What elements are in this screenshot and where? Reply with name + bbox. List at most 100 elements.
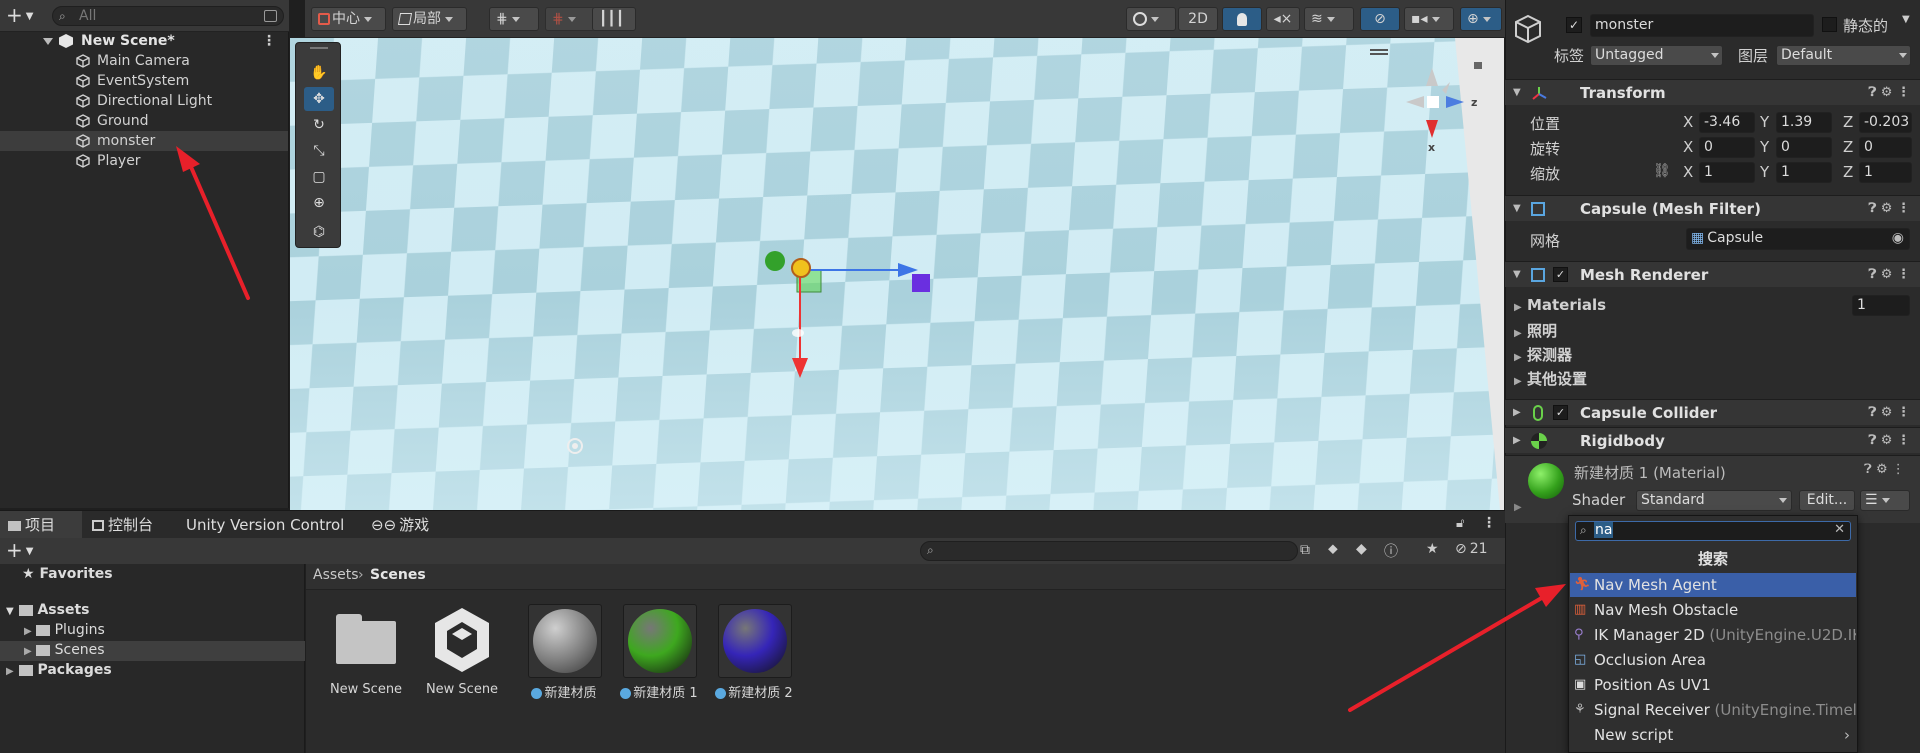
gameobject-cube-icon[interactable]: [1514, 14, 1542, 44]
lock-icon[interactable]: [1474, 62, 1482, 69]
probes-foldout[interactable]: ▶ 探测器: [1514, 344, 1572, 365]
panel-menu-icon[interactable]: ⋮: [1482, 515, 1496, 531]
transform-rotation-y-field[interactable]: 0: [1776, 137, 1832, 158]
component-header-icons[interactable]: ❓︎ ⚙︎ ⋮: [1868, 196, 1910, 222]
mesh-renderer-header[interactable]: ▼ ✓ Mesh Renderer ❓︎ ⚙︎ ⋮: [1505, 261, 1920, 287]
shader-edit-button[interactable]: Edit...: [1799, 490, 1855, 511]
layer-dropdown[interactable]: Default: [1776, 45, 1911, 66]
capsule-collider-header[interactable]: ▶ ✓ Capsule Collider ❓︎ ⚙︎ ⋮: [1505, 399, 1920, 425]
overlay-menu-icon[interactable]: [1370, 49, 1388, 55]
breadcrumb-assets[interactable]: Assets: [313, 567, 359, 583]
scenes-row[interactable]: ▶ Scenes: [24, 642, 105, 658]
mesh-field[interactable]: ▦ Capsule ◉: [1686, 228, 1910, 250]
create-asset-button[interactable]: + ▼: [6, 540, 33, 562]
active-checkbox[interactable]: ✓: [1566, 17, 1582, 33]
hierarchy-item[interactable]: monster: [0, 131, 288, 151]
component-search-field[interactable]: ⌕ na ✕: [1575, 521, 1851, 541]
static-checkbox[interactable]: [1822, 17, 1837, 32]
plugins-row[interactable]: ▶ Plugins: [24, 622, 105, 638]
effects-dropdown[interactable]: ≋: [1304, 7, 1354, 31]
component-result-item[interactable]: 🏃︎ Nav Mesh Agent: [1570, 573, 1856, 597]
filter-by-label-icon[interactable]: ◆: [1356, 541, 1367, 557]
panel-lock-icon[interactable]: 🔓︎: [1456, 516, 1464, 531]
hierarchy-search-field[interactable]: ⌕ All: [52, 6, 284, 26]
camera-dropdown[interactable]: ▪◂: [1404, 7, 1454, 31]
tab-project[interactable]: 项目: [0, 511, 82, 539]
transform-position-y-field[interactable]: 1.39: [1776, 112, 1832, 133]
visibility-toggle[interactable]: ⊘: [1360, 7, 1400, 31]
tab-version-control[interactable]: Unity Version Control: [186, 511, 344, 539]
material-list-dropdown[interactable]: ☰: [1860, 490, 1910, 511]
collider-enabled-checkbox[interactable]: ✓: [1553, 405, 1568, 420]
mesh-renderer-enabled-checkbox[interactable]: ✓: [1553, 267, 1568, 282]
scene-menu-icon[interactable]: ⋮: [262, 31, 276, 51]
transform-scale-z-field[interactable]: 1: [1859, 162, 1912, 183]
component-header-icons[interactable]: ❓︎ ⚙︎ ⋮: [1868, 262, 1910, 288]
transform-rotation-x-field[interactable]: 0: [1699, 137, 1755, 158]
rigidbody-header[interactable]: ▶ Rigidbody ❓︎ ⚙︎ ⋮: [1505, 427, 1920, 453]
directional-light-gizmo[interactable]: [567, 438, 583, 454]
tab-console[interactable]: 控制台: [92, 511, 153, 539]
draw-mode-dropdown[interactable]: [1126, 7, 1176, 31]
transform-scale-x-field[interactable]: 1: [1699, 162, 1755, 183]
expand-arrow-icon[interactable]: [43, 38, 53, 45]
lighting-foldout[interactable]: ▶ 照明: [1514, 320, 1557, 341]
hidden-packages-toggle[interactable]: ⊘ 21: [1455, 541, 1488, 557]
hierarchy-item[interactable]: EventSystem: [0, 71, 288, 91]
hierarchy-item[interactable]: Directional Light: [0, 91, 288, 111]
search-mode-icon[interactable]: [264, 10, 277, 22]
transform-scale-y-field[interactable]: 1: [1776, 162, 1832, 183]
component-result-item[interactable]: ▣ Position As UV1: [1570, 673, 1856, 697]
component-header-icons[interactable]: ❓︎ ⚙︎ ⋮: [1864, 462, 1905, 477]
materials-count-field[interactable]: 1: [1852, 295, 1910, 316]
audio-toggle[interactable]: ◂×: [1266, 7, 1300, 31]
hierarchy-item[interactable]: Main Camera: [0, 51, 288, 71]
toggle-2d-button[interactable]: 2D: [1178, 7, 1218, 31]
other-settings-foldout[interactable]: ▶ 其他设置: [1514, 368, 1587, 389]
move-handle-gizmo[interactable]: [765, 251, 930, 378]
filter-by-type-icon[interactable]: ⬥: [1328, 541, 1338, 557]
search-by-type-icon[interactable]: ⧉: [1300, 542, 1310, 558]
scene-row[interactable]: New Scene* ⋮: [0, 31, 288, 51]
materials-foldout[interactable]: ▶ Materials: [1514, 296, 1606, 314]
object-picker-icon[interactable]: ◉: [1892, 229, 1904, 248]
pivot-dropdown[interactable]: 中心: [311, 7, 386, 31]
object-name-field[interactable]: monster: [1590, 14, 1814, 37]
grid-snap-dropdown[interactable]: ⋕: [489, 7, 539, 31]
tab-game[interactable]: ⊖⊖ 游戏: [371, 511, 429, 539]
packages-row[interactable]: ▶ Packages: [6, 662, 112, 678]
hierarchy-item[interactable]: Player: [0, 151, 288, 171]
increment-snap-dropdown[interactable]: ⋕: [545, 7, 595, 31]
transform-position-z-field[interactable]: -0.203: [1859, 112, 1912, 133]
ruler-dropdown[interactable]: ┃┃┃: [592, 7, 636, 31]
favorite-star-icon[interactable]: ★: [1426, 541, 1439, 557]
tag-dropdown[interactable]: Untagged: [1590, 45, 1723, 66]
component-header-icons[interactable]: ❓︎ ⚙︎ ⋮: [1868, 428, 1910, 454]
space-dropdown[interactable]: 局部: [392, 7, 467, 31]
project-search-field[interactable]: ⌕: [920, 541, 1298, 561]
constrain-proportions-icon[interactable]: ⛓: [1653, 163, 1671, 179]
component-header-icons[interactable]: ❓︎ ⚙︎ ⋮: [1868, 80, 1910, 106]
component-result-item[interactable]: ⚘ Signal Receiver (UnityEngine.Timeline): [1570, 698, 1856, 722]
component-result-item[interactable]: ◱ Occlusion Area: [1570, 648, 1856, 672]
hierarchy-item[interactable]: Ground: [0, 111, 288, 131]
component-header-icons[interactable]: ❓︎ ⚙︎ ⋮: [1868, 400, 1910, 426]
mesh-filter-header[interactable]: ▼ Capsule (Mesh Filter) ❓︎ ⚙︎ ⋮: [1505, 195, 1920, 221]
add-object-button[interactable]: + ▼: [6, 5, 40, 26]
transform-position-x-field[interactable]: -3.46: [1699, 112, 1755, 133]
material-preview-sphere[interactable]: [1528, 463, 1564, 499]
favorites-row[interactable]: ★ Favorites: [22, 566, 113, 582]
component-result-item[interactable]: ▥ Nav Mesh Obstacle: [1570, 598, 1856, 622]
lighting-toggle[interactable]: [1222, 7, 1262, 31]
breadcrumb-scenes[interactable]: Scenes: [370, 567, 426, 583]
log-icon[interactable]: ⓘ: [1384, 541, 1398, 561]
assets-row[interactable]: ▼ Assets: [6, 602, 89, 618]
shader-dropdown[interactable]: Standard: [1636, 490, 1792, 511]
orientation-gizmo[interactable]: z x: [1406, 68, 1477, 154]
clear-search-icon[interactable]: ✕: [1834, 522, 1845, 537]
transform-rotation-z-field[interactable]: 0: [1859, 137, 1912, 158]
component-result-item[interactable]: New script ›: [1570, 723, 1856, 747]
static-dropdown-icon[interactable]: ▼: [1902, 14, 1910, 25]
transform-header[interactable]: ▼ Transform ❓︎ ⚙︎ ⋮: [1505, 79, 1920, 105]
gizmos-dropdown[interactable]: ⊕: [1460, 7, 1502, 31]
